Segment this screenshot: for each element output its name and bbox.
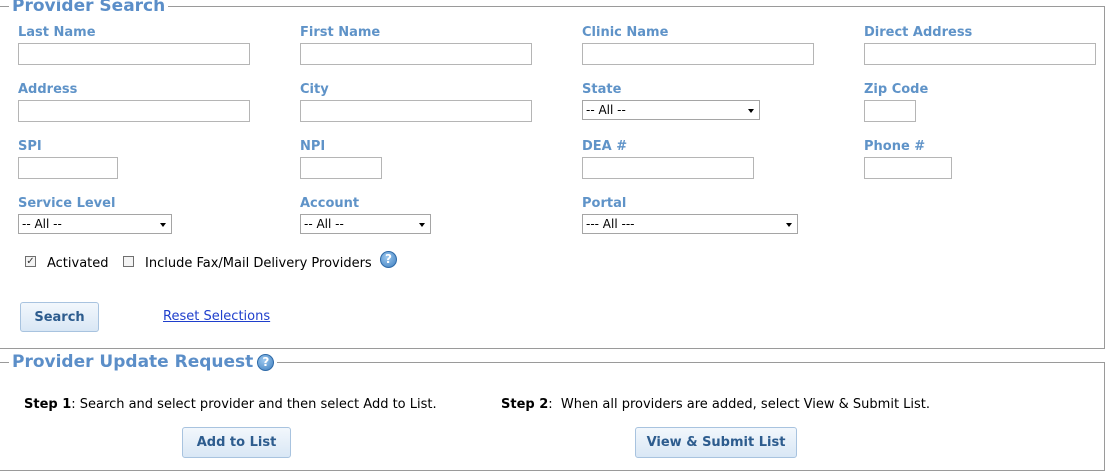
- direct-address-input[interactable]: [864, 43, 1096, 65]
- service-level-select-value: -- All --: [22, 217, 62, 231]
- portal-select-value: --- All ---: [586, 217, 635, 231]
- step2-text: : When all providers are added, select V…: [548, 397, 931, 412]
- spi-label: SPI: [18, 139, 42, 154]
- reset-selections-link[interactable]: Reset Selections: [163, 309, 270, 324]
- npi-label: NPI: [300, 139, 326, 154]
- direct-address-label: Direct Address: [864, 25, 973, 40]
- chevron-down-icon: [160, 223, 166, 227]
- search-button[interactable]: Search: [20, 302, 99, 332]
- city-label: City: [300, 82, 329, 97]
- include-fax-label: Include Fax/Mail Delivery Providers: [145, 256, 372, 271]
- provider-search-legend: Provider Search: [9, 0, 169, 16]
- first-name-input[interactable]: [300, 43, 532, 65]
- phone-input[interactable]: [864, 157, 952, 179]
- activated-label: Activated: [47, 256, 109, 271]
- phone-label: Phone #: [864, 139, 926, 154]
- zip-code-input[interactable]: [864, 100, 916, 122]
- state-label: State: [582, 82, 622, 97]
- portal-select[interactable]: --- All ---: [582, 214, 798, 234]
- step1-instruction: Step 1: Search and select provider and t…: [24, 397, 437, 412]
- account-select[interactable]: -- All --: [300, 214, 431, 234]
- help-icon[interactable]: ?: [380, 251, 397, 268]
- provider-update-legend: Provider Update Request ?: [9, 352, 278, 372]
- address-input[interactable]: [18, 100, 250, 122]
- city-input[interactable]: [300, 100, 532, 122]
- npi-input[interactable]: [300, 157, 382, 179]
- zip-code-label: Zip Code: [864, 82, 929, 97]
- dea-label: DEA #: [582, 139, 628, 154]
- step1-text: : Search and select provider and then se…: [71, 397, 437, 412]
- clinic-name-label: Clinic Name: [582, 25, 669, 40]
- step2-instruction: Step 2: When all providers are added, se…: [501, 397, 930, 412]
- account-label: Account: [300, 196, 360, 211]
- address-label: Address: [18, 82, 78, 97]
- step1-label: Step 1: [24, 397, 72, 412]
- state-select[interactable]: -- All --: [582, 100, 760, 120]
- portal-label: Portal: [582, 196, 627, 211]
- clinic-name-input[interactable]: [582, 43, 814, 65]
- view-submit-list-button[interactable]: View & Submit List: [635, 427, 797, 458]
- account-select-value: -- All --: [304, 217, 344, 231]
- spi-input[interactable]: [18, 157, 118, 179]
- help-icon[interactable]: ?: [257, 353, 275, 371]
- chevron-down-icon: [419, 223, 425, 227]
- last-name-input[interactable]: [18, 43, 250, 65]
- activated-checkbox[interactable]: ✓: [25, 256, 36, 267]
- last-name-label: Last Name: [18, 25, 96, 40]
- provider-update-title: Provider Update Request: [12, 352, 254, 372]
- first-name-label: First Name: [300, 25, 381, 40]
- service-level-select[interactable]: -- All --: [18, 214, 172, 234]
- service-level-label: Service Level: [18, 196, 116, 211]
- state-select-value: -- All --: [586, 103, 626, 117]
- provider-update-panel: [0, 362, 1105, 471]
- chevron-down-icon: [786, 223, 792, 227]
- step2-label: Step 2: [501, 397, 549, 412]
- chevron-down-icon: [748, 109, 754, 113]
- dea-input[interactable]: [582, 157, 754, 179]
- add-to-list-button[interactable]: Add to List: [182, 427, 291, 458]
- include-fax-checkbox[interactable]: [123, 256, 134, 267]
- provider-search-title: Provider Search: [12, 0, 166, 16]
